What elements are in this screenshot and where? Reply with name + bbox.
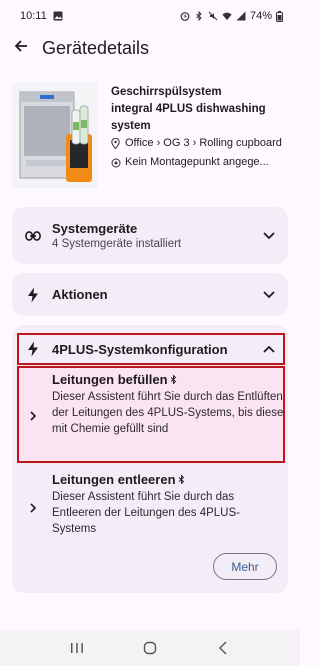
aktionen-card: Aktionen: [12, 273, 288, 316]
bluetooth-status-icon: [194, 11, 204, 21]
page-title: Gerätedetails: [42, 37, 150, 58]
device-summary: Geschirrspülsystem integral 4PLUS dishwa…: [12, 82, 290, 190]
leitungen-befuellen-description: Dieser Assistent führt Sie durch das Ent…: [52, 391, 284, 435]
device-mount: Kein Montagepunkt angege...: [111, 154, 291, 173]
chevron-down-icon: [262, 229, 276, 243]
location-pin-icon: [111, 137, 121, 154]
recent-apps-button[interactable]: [67, 638, 87, 658]
leitungen-entleeren-description: Dieser Assistent führt Sie durch das Ent…: [52, 491, 240, 535]
mute-icon: [208, 11, 218, 21]
leitungen-befuellen-title: Leitungen befüllen: [52, 372, 168, 387]
chevron-up-icon: [262, 342, 276, 356]
target-icon: [111, 157, 121, 173]
konfiguration-header[interactable]: 4PLUS-Systemkonfiguration: [12, 333, 288, 365]
device-mount-text: Kein Montagepunkt angege...: [125, 156, 269, 168]
back-button[interactable]: [10, 37, 32, 59]
chevron-down-icon: [262, 288, 276, 302]
lightning-icon: [24, 286, 42, 304]
systemgeraete-card: Systemgeräte 4 Systemgeräte installiert: [12, 207, 288, 264]
aktionen-header[interactable]: Aktionen: [12, 273, 288, 316]
device-info: Geschirrspülsystem integral 4PLUS dishwa…: [111, 84, 291, 173]
bluetooth-icon: [170, 372, 177, 387]
battery-icon: [276, 11, 286, 22]
device-name-line1: Geschirrspülsystem: [111, 86, 222, 98]
system-nav-bar: [0, 630, 300, 666]
leitungen-befuellen-item[interactable]: Leitungen befüllen Dieser Assistent führ…: [12, 372, 288, 460]
leitungen-entleeren-item[interactable]: Leitungen entleeren Dieser Assistent füh…: [12, 472, 288, 544]
alarm-icon: [180, 11, 190, 21]
systemgeraete-subtitle: 4 Systemgeräte installiert: [52, 238, 182, 250]
konfiguration-title: 4PLUS-Systemkonfiguration: [52, 341, 228, 357]
wifi-icon: [222, 11, 232, 21]
bluetooth-icon: [178, 472, 185, 487]
app-bar: Gerätedetails: [0, 32, 300, 64]
device-name-line2: integral 4PLUS dishwashing system: [111, 103, 266, 132]
chevron-right-icon: [20, 472, 46, 544]
mehr-button[interactable]: Mehr: [213, 553, 277, 580]
aktionen-title: Aktionen: [52, 287, 108, 302]
chevron-right-icon: [20, 372, 46, 460]
back-nav-button[interactable]: [213, 638, 233, 658]
link-icon: [24, 227, 42, 245]
status-bar: 10:11 74%: [0, 0, 300, 32]
clock: 10:11: [20, 10, 47, 22]
leitungen-entleeren-title: Leitungen entleeren: [52, 472, 176, 487]
systemgeraete-title: Systemgeräte: [52, 221, 138, 236]
systemgeraete-header[interactable]: Systemgeräte 4 Systemgeräte installiert: [12, 207, 288, 264]
device-location-text: Office › OG 3 › Rolling cupboard: [125, 137, 282, 149]
device-image: [12, 82, 98, 188]
gallery-notification-icon: [53, 11, 63, 21]
signal-icon: [236, 11, 246, 21]
back-arrow-icon: [13, 38, 29, 59]
battery-level: 74%: [249, 10, 272, 22]
lightning-icon: [24, 340, 42, 358]
home-button[interactable]: [140, 638, 160, 658]
device-location: Office › OG 3 › Rolling cupboard: [111, 135, 291, 154]
